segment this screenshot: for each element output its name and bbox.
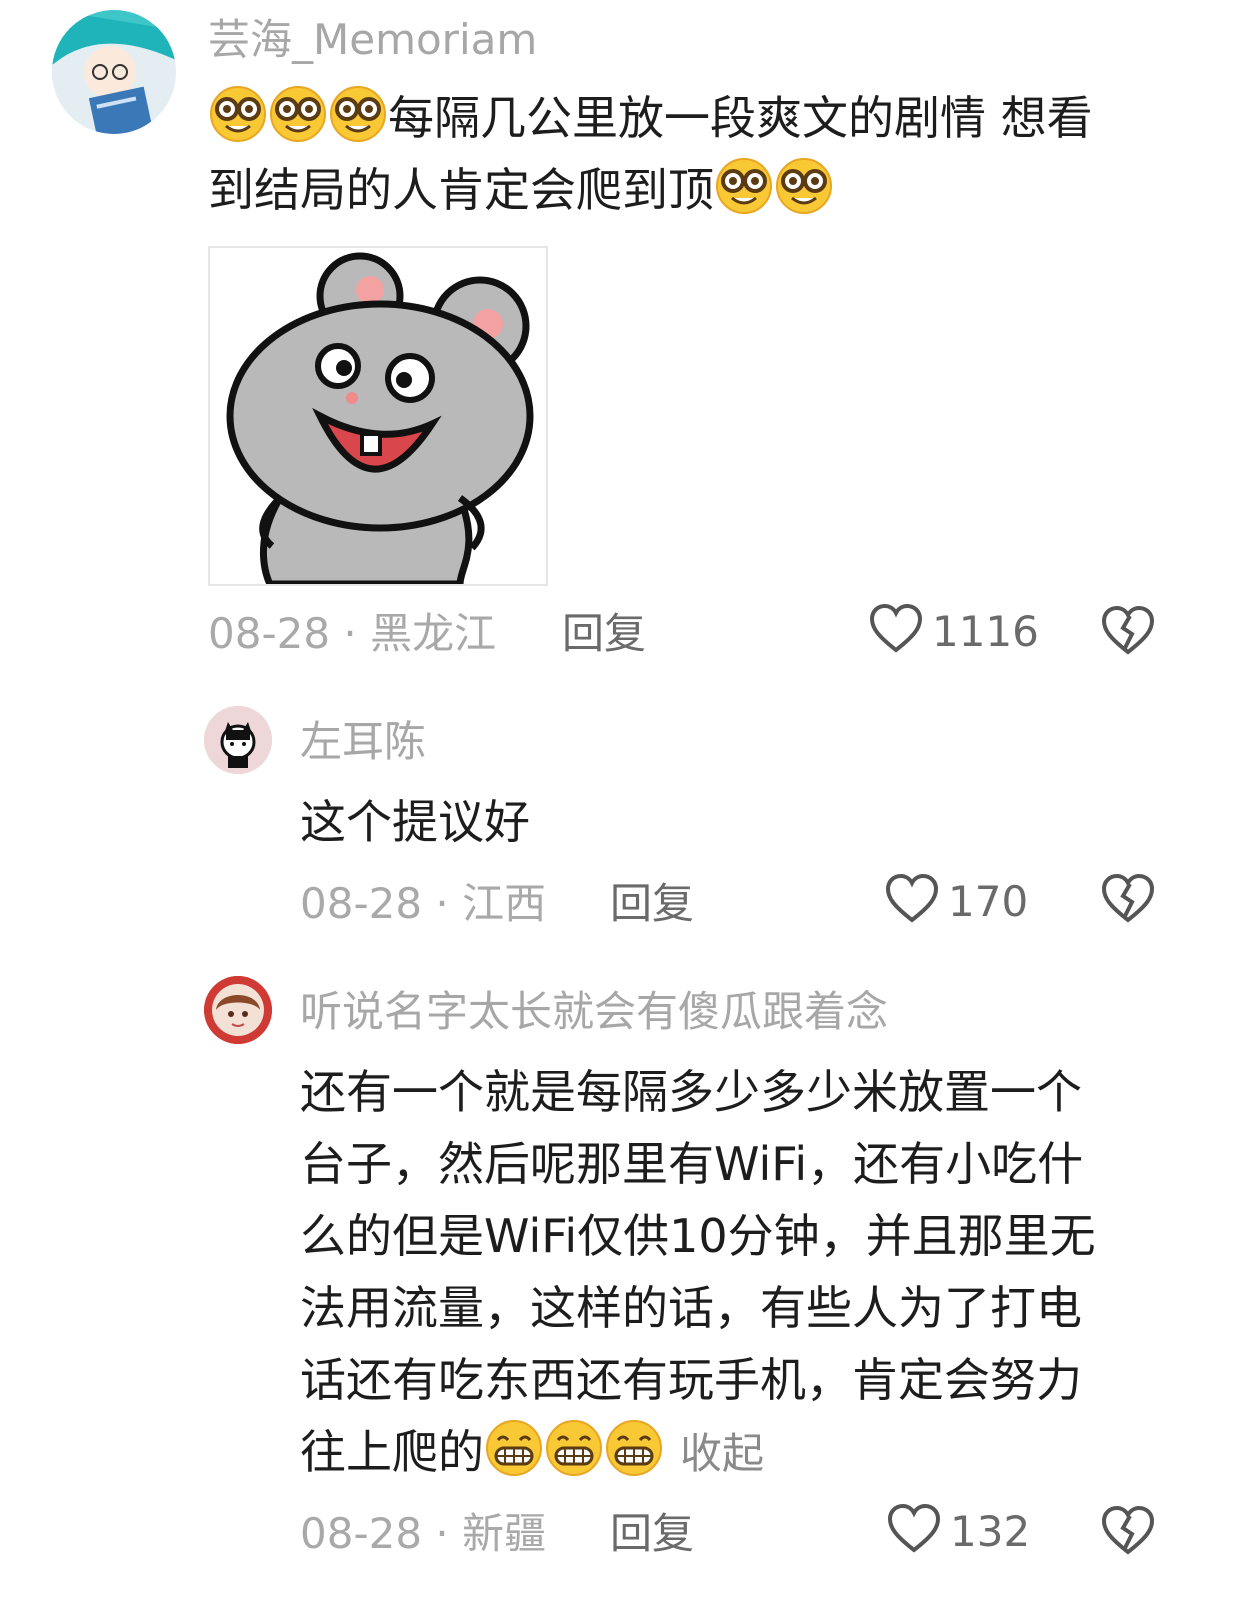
comment-text: 每隔几公里放一段爽文的剧情 想看 到结局的人肯定会爬到顶 bbox=[208, 82, 1218, 226]
comment-text-line: 台子，然后呢那里有WiFi，还有小吃什 bbox=[300, 1137, 1084, 1191]
comment-text-line: 到结局的人肯定会爬到顶 bbox=[208, 163, 714, 217]
comment-text-line: 法用流量，这样的话，有些人为了打电 bbox=[300, 1281, 1082, 1335]
username[interactable]: 芸海_Memoriam bbox=[208, 14, 537, 66]
heart-icon bbox=[886, 1502, 942, 1562]
comment-text-line: 么的但是WiFi仅供10分钟，并且那里无 bbox=[300, 1209, 1096, 1263]
dislike-button[interactable] bbox=[1100, 872, 1156, 932]
heart-icon bbox=[884, 872, 940, 932]
like-button[interactable]: 1116 bbox=[868, 602, 1039, 662]
collapse-link[interactable]: 收起 bbox=[680, 1429, 764, 1478]
like-count: 170 bbox=[948, 877, 1029, 926]
grin-face-icon bbox=[544, 1418, 604, 1478]
heart-icon bbox=[868, 602, 924, 662]
comment-text: 这个提议好 bbox=[300, 795, 530, 849]
comment-date-location: 08-28 · 新疆 bbox=[300, 1509, 547, 1558]
grin-face-icon bbox=[484, 1418, 544, 1478]
nerd-face-icon bbox=[268, 84, 328, 144]
nerd-face-icon bbox=[714, 156, 774, 216]
comment-text: 还有一个就是每隔多少多少米放置一个 台子，然后呢那里有WiFi，还有小吃什 么的… bbox=[300, 1056, 1200, 1490]
comment-text-line: 话还有吃东西还有玩手机，肯定会努力 bbox=[300, 1353, 1082, 1407]
comment-text-line: 每隔几公里放一段爽文的剧情 想看 bbox=[388, 91, 1093, 145]
like-button[interactable]: 170 bbox=[884, 872, 1028, 932]
avatar[interactable] bbox=[204, 976, 272, 1044]
dislike-button[interactable] bbox=[1100, 604, 1156, 664]
grin-face-icon bbox=[604, 1418, 664, 1478]
username[interactable]: 左耳陈 bbox=[300, 716, 426, 768]
like-button[interactable]: 132 bbox=[886, 1502, 1030, 1562]
avatar-image bbox=[204, 706, 272, 774]
reply-button[interactable]: 回复 bbox=[610, 876, 694, 932]
reply-button[interactable]: 回复 bbox=[610, 1506, 694, 1562]
comment-date-location: 08-28 · 黑龙江 bbox=[208, 609, 497, 658]
dislike-button[interactable] bbox=[1100, 1504, 1156, 1564]
like-count: 132 bbox=[950, 1507, 1031, 1556]
avatar-image bbox=[52, 10, 176, 134]
username[interactable]: 听说名字太长就会有傻瓜跟着念 bbox=[300, 986, 888, 1038]
avatar[interactable] bbox=[204, 706, 272, 774]
avatar-image bbox=[204, 976, 272, 1044]
comment-text-line: 往上爬的 bbox=[300, 1425, 484, 1479]
reply-button[interactable]: 回复 bbox=[562, 606, 646, 662]
avatar[interactable] bbox=[52, 10, 176, 134]
broken-heart-icon bbox=[1100, 872, 1156, 932]
like-count: 1116 bbox=[932, 607, 1039, 656]
comment-text-line: 还有一个就是每隔多少多少米放置一个 bbox=[300, 1065, 1082, 1119]
grinning-mouse-sticker bbox=[210, 248, 546, 584]
broken-heart-icon bbox=[1100, 604, 1156, 664]
broken-heart-icon bbox=[1100, 1504, 1156, 1564]
comment-date-location: 08-28 · 江西 bbox=[300, 879, 547, 928]
nerd-face-icon bbox=[774, 156, 834, 216]
nerd-face-icon bbox=[328, 84, 388, 144]
sticker-image[interactable] bbox=[208, 246, 548, 586]
nerd-face-icon bbox=[208, 84, 268, 144]
